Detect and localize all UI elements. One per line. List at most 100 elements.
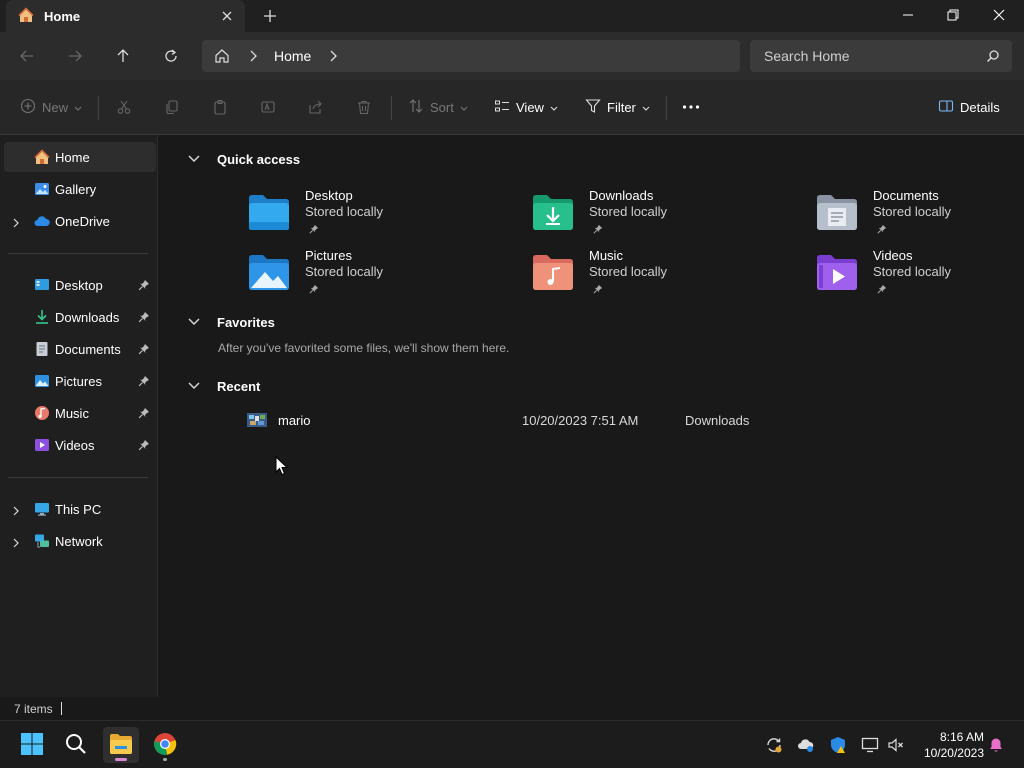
system-clock[interactable]: 8:16 AM 10/20/2023	[912, 729, 984, 761]
chrome-icon	[153, 732, 177, 759]
pin-icon[interactable]	[138, 311, 150, 326]
sidebar-item-videos[interactable]: Videos	[4, 430, 156, 460]
cut-icon[interactable]	[116, 96, 132, 118]
sidebar-item-label: Pictures	[55, 374, 102, 389]
mouse-pointer-icon	[275, 455, 289, 479]
pin-icon[interactable]	[138, 375, 150, 390]
filter-label: Filter	[607, 99, 636, 115]
clock-time: 8:16 AM	[939, 730, 984, 744]
filter-button[interactable]: Filter	[585, 96, 650, 118]
pin-icon[interactable]	[138, 279, 150, 294]
close-tab-icon[interactable]	[219, 8, 235, 24]
quick-access-item-videos[interactable]: Videos Stored locally	[815, 248, 1024, 304]
pc-icon	[34, 501, 50, 517]
navigation-pane: Home Gallery OneDrive Desktop Downloads	[0, 135, 158, 697]
quick-access-item-pictures[interactable]: Pictures Stored locally	[247, 248, 487, 304]
taskbar-chrome[interactable]	[147, 727, 183, 763]
sidebar-item-gallery[interactable]: Gallery	[4, 174, 156, 204]
paste-icon[interactable]	[212, 96, 228, 118]
quick-access-header[interactable]: Quick access	[187, 149, 300, 169]
item-status: Stored locally	[589, 204, 668, 219]
sidebar-item-network[interactable]: Network	[4, 526, 156, 556]
search-placeholder: Search Home	[764, 48, 850, 64]
pin-icon[interactable]	[138, 439, 150, 454]
home-outline-icon[interactable]	[214, 48, 230, 67]
notification-bell-icon[interactable]	[986, 735, 1006, 755]
search-input[interactable]: Search Home	[750, 40, 1012, 72]
pin-icon	[877, 222, 887, 237]
chevron-right-icon[interactable]	[12, 216, 20, 231]
new-button[interactable]: New	[20, 96, 82, 118]
refresh-icon[interactable]	[159, 44, 183, 68]
speaker-muted-icon[interactable]	[886, 735, 906, 755]
delete-icon[interactable]	[356, 96, 372, 118]
command-bar: New Sort View Filter Details	[0, 80, 1024, 135]
taskbar-file-explorer[interactable]	[103, 727, 139, 763]
filter-icon	[585, 98, 601, 117]
more-options-icon[interactable]	[682, 96, 700, 118]
quick-access-item-documents[interactable]: Documents Stored locally	[815, 188, 1024, 244]
divider	[8, 477, 148, 478]
chevron-right-icon[interactable]	[248, 49, 258, 66]
new-tab-button[interactable]	[262, 8, 278, 24]
sidebar-item-this-pc[interactable]: This PC	[4, 494, 156, 524]
divider	[8, 253, 148, 254]
security-warning-icon[interactable]	[828, 735, 848, 755]
sidebar-item-home[interactable]: Home	[4, 142, 156, 172]
sidebar-item-downloads[interactable]: Downloads	[4, 302, 156, 332]
cloud-icon	[34, 213, 50, 229]
divider	[391, 96, 392, 120]
quick-access-item-downloads[interactable]: Downloads Stored locally	[531, 188, 771, 244]
home-icon	[34, 149, 50, 165]
view-button[interactable]: View	[494, 96, 558, 118]
video-icon	[34, 437, 50, 453]
restore-icon[interactable]	[930, 0, 976, 30]
chevron-right-icon[interactable]	[12, 536, 20, 551]
chevron-down-icon	[74, 100, 82, 115]
up-arrow-icon[interactable]	[111, 44, 135, 68]
recent-file-row[interactable]: mario 10/20/2023 7:51 AM Downloads	[243, 409, 843, 431]
sidebar-item-label: This PC	[55, 502, 102, 517]
minimize-icon[interactable]	[885, 0, 931, 30]
chevron-down-icon[interactable]	[187, 315, 201, 330]
divider	[61, 702, 62, 715]
forward-arrow-icon[interactable]	[63, 44, 87, 68]
display-icon[interactable]	[860, 735, 880, 755]
chevron-down-icon[interactable]	[187, 379, 201, 394]
tab-home[interactable]: Home	[6, 0, 245, 32]
close-icon[interactable]	[976, 0, 1022, 30]
sidebar-item-music[interactable]: Music	[4, 398, 156, 428]
taskbar-search-button[interactable]	[58, 727, 94, 763]
sort-button[interactable]: Sort	[408, 96, 468, 118]
sync-icon[interactable]	[764, 735, 784, 755]
share-icon[interactable]	[308, 96, 324, 118]
chevron-down-icon[interactable]	[187, 152, 201, 167]
sidebar-item-onedrive[interactable]: OneDrive	[4, 206, 156, 236]
sidebar-item-documents[interactable]: Documents	[4, 334, 156, 364]
sort-label: Sort	[430, 99, 454, 115]
details-button[interactable]: Details	[938, 96, 1000, 118]
item-status: Stored locally	[873, 204, 952, 219]
quick-access-item-music[interactable]: Music Stored locally	[531, 248, 771, 304]
pin-icon[interactable]	[138, 343, 150, 358]
quick-access-item-desktop[interactable]: Desktop Stored locally	[247, 188, 487, 244]
favorites-header[interactable]: Favorites	[187, 312, 275, 332]
sidebar-item-label: Gallery	[55, 182, 97, 197]
sidebar-item-label: Music	[55, 406, 89, 421]
chevron-right-icon[interactable]	[12, 504, 20, 519]
chevron-right-icon[interactable]	[328, 49, 338, 66]
recent-header[interactable]: Recent	[187, 376, 260, 396]
back-arrow-icon[interactable]	[15, 44, 39, 68]
breadcrumb-home[interactable]: Home	[274, 48, 311, 64]
view-icon	[494, 98, 510, 117]
address-bar[interactable]: Home	[202, 40, 740, 72]
sidebar-item-pictures[interactable]: Pictures	[4, 366, 156, 396]
onedrive-tray-icon[interactable]	[796, 735, 816, 755]
pin-icon	[877, 282, 887, 297]
rename-icon[interactable]	[260, 96, 276, 118]
pin-icon[interactable]	[138, 407, 150, 422]
copy-icon[interactable]	[164, 96, 180, 118]
sidebar-item-desktop[interactable]: Desktop	[4, 270, 156, 300]
sidebar-item-label: Downloads	[55, 310, 120, 325]
start-button[interactable]	[14, 727, 50, 763]
